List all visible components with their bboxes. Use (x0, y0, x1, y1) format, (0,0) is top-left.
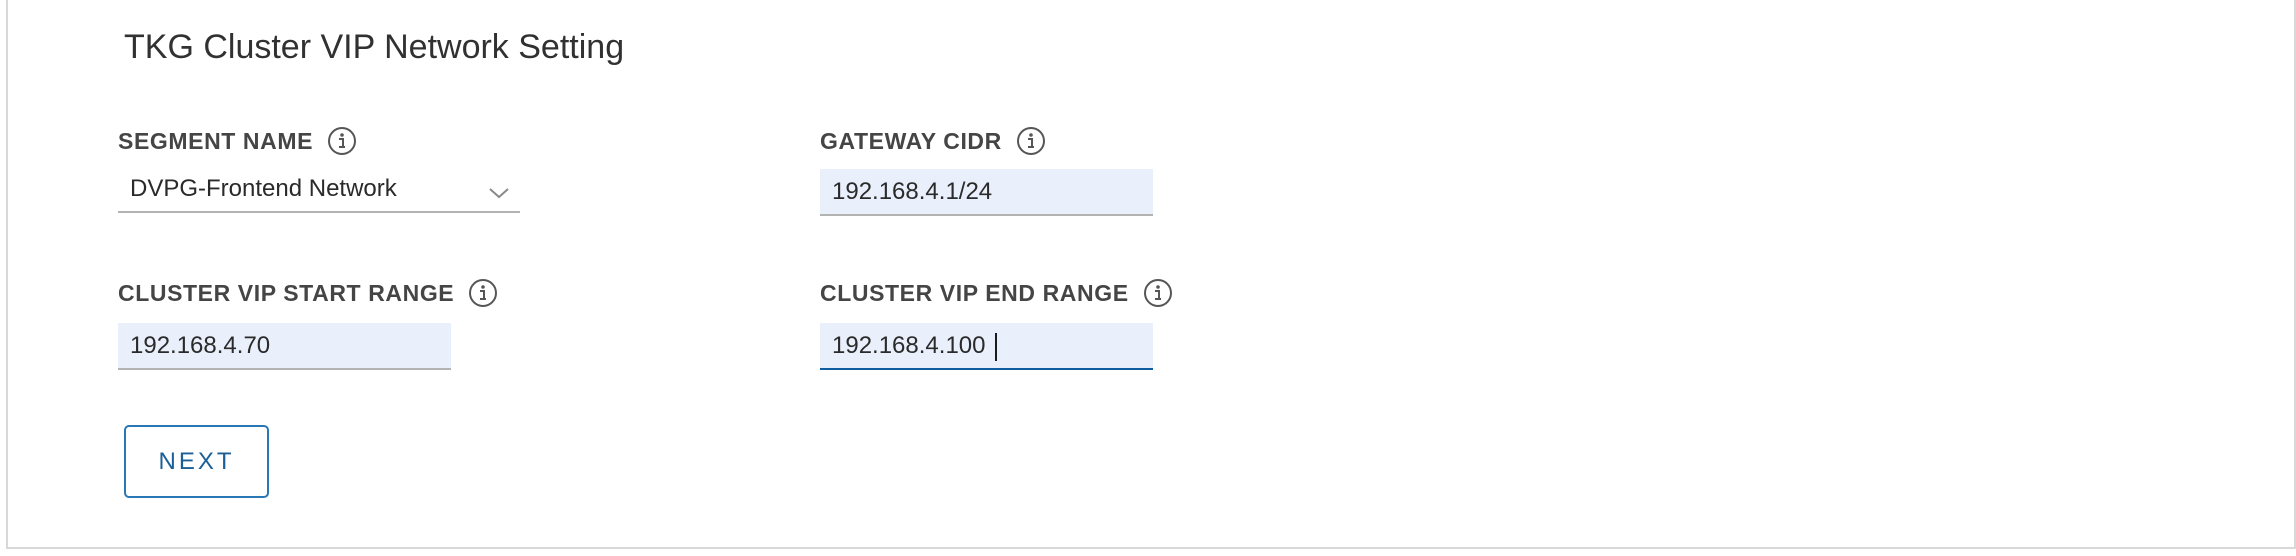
vip-end-info-icon[interactable] (1143, 278, 1173, 308)
gateway-cidr-label-group: GATEWAY CIDR (820, 126, 1046, 156)
vip-end-label-group: CLUSTER VIP END RANGE (820, 278, 1173, 308)
vip-start-label: CLUSTER VIP START RANGE (118, 279, 455, 306)
network-settings-panel: TKG Cluster VIP Network Setting SEGMENT … (6, 0, 2296, 549)
text-cursor (995, 333, 997, 361)
next-button[interactable]: NEXT (124, 425, 269, 498)
segment-name-label-group: SEGMENT NAME (118, 126, 357, 156)
gateway-cidr-info-icon[interactable] (1016, 126, 1046, 156)
segment-name-value: DVPG-Frontend Network (130, 174, 397, 202)
segment-name-select[interactable]: DVPG-Frontend Network (118, 166, 520, 213)
vip-end-input[interactable] (820, 323, 1153, 370)
segment-name-info-icon[interactable] (327, 126, 357, 156)
vip-start-info-icon[interactable] (468, 278, 498, 308)
gateway-cidr-input[interactable] (820, 169, 1153, 216)
segment-name-label: SEGMENT NAME (118, 127, 314, 154)
vip-end-label: CLUSTER VIP END RANGE (820, 279, 1129, 306)
chevron-down-icon (488, 180, 510, 199)
vip-start-input[interactable] (118, 323, 451, 370)
gateway-cidr-label: GATEWAY CIDR (820, 127, 1002, 154)
vip-start-label-group: CLUSTER VIP START RANGE (118, 278, 498, 308)
section-title: TKG Cluster VIP Network Setting (124, 28, 625, 66)
